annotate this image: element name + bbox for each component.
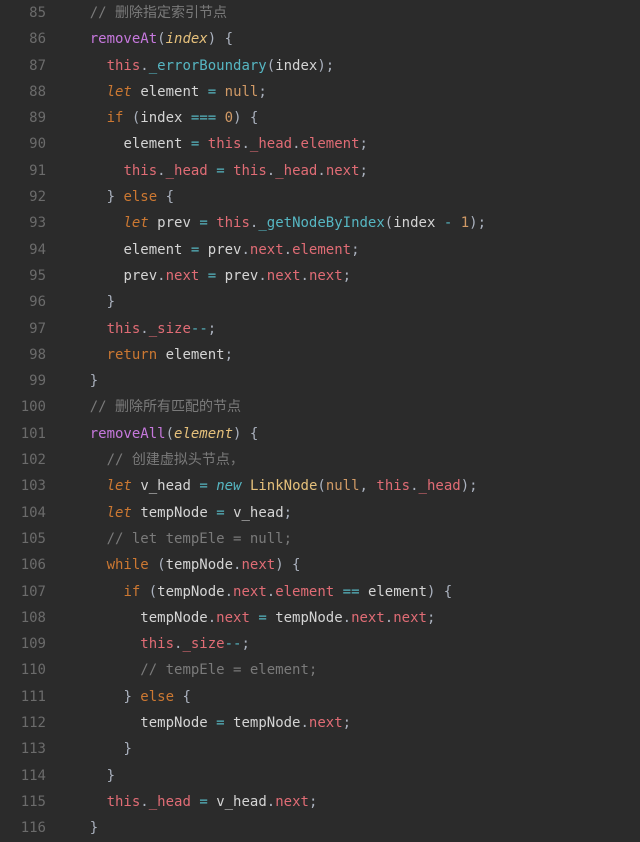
line-number: 95: [6, 263, 46, 289]
line-number: 116: [6, 815, 46, 841]
line-number: 93: [6, 210, 46, 236]
code-line[interactable]: removeAll(element) {: [56, 421, 640, 447]
line-number: 113: [6, 736, 46, 762]
code-line[interactable]: }: [56, 289, 640, 315]
code-line[interactable]: if (tempNode.next.element == element) {: [56, 579, 640, 605]
line-number: 89: [6, 105, 46, 131]
line-number: 97: [6, 316, 46, 342]
line-number: 110: [6, 657, 46, 683]
line-number: 112: [6, 710, 46, 736]
line-number: 88: [6, 79, 46, 105]
code-line[interactable]: this._size--;: [56, 316, 640, 342]
code-line[interactable]: // tempEle = element;: [56, 657, 640, 683]
code-line[interactable]: this._errorBoundary(index);: [56, 53, 640, 79]
line-number: 90: [6, 131, 46, 157]
line-number: 101: [6, 421, 46, 447]
code-line[interactable]: this._size--;: [56, 631, 640, 657]
line-number: 109: [6, 631, 46, 657]
code-line[interactable]: let tempNode = v_head;: [56, 500, 640, 526]
line-number: 115: [6, 789, 46, 815]
code-line[interactable]: if (index === 0) {: [56, 105, 640, 131]
code-line[interactable]: let prev = this._getNodeByIndex(index - …: [56, 210, 640, 236]
line-number: 100: [6, 394, 46, 420]
line-number: 96: [6, 289, 46, 315]
code-line[interactable]: }: [56, 815, 640, 841]
line-number: 106: [6, 552, 46, 578]
code-line[interactable]: let element = null;: [56, 79, 640, 105]
code-line[interactable]: }: [56, 736, 640, 762]
line-number: 114: [6, 763, 46, 789]
code-line[interactable]: element = this._head.element;: [56, 131, 640, 157]
code-line[interactable]: tempNode = tempNode.next;: [56, 710, 640, 736]
line-number: 104: [6, 500, 46, 526]
line-number: 86: [6, 26, 46, 52]
line-number: 105: [6, 526, 46, 552]
code-content[interactable]: // 删除指定索引节点 removeAt(index) { this._erro…: [56, 0, 640, 842]
code-line[interactable]: } else {: [56, 184, 640, 210]
line-number: 102: [6, 447, 46, 473]
code-line[interactable]: // 创建虚拟头节点，: [56, 447, 640, 473]
line-number: 87: [6, 53, 46, 79]
code-editor[interactable]: 8586878889909192939495969798991001011021…: [0, 0, 640, 842]
code-line[interactable]: element = prev.next.element;: [56, 237, 640, 263]
line-number: 92: [6, 184, 46, 210]
code-line[interactable]: prev.next = prev.next.next;: [56, 263, 640, 289]
line-number: 107: [6, 579, 46, 605]
code-line[interactable]: this._head = v_head.next;: [56, 789, 640, 815]
line-number: 111: [6, 684, 46, 710]
line-number: 94: [6, 237, 46, 263]
code-line[interactable]: let v_head = new LinkNode(null, this._he…: [56, 473, 640, 499]
line-number: 91: [6, 158, 46, 184]
code-line[interactable]: } else {: [56, 684, 640, 710]
code-line[interactable]: // 删除指定索引节点: [56, 0, 640, 26]
code-line[interactable]: this._head = this._head.next;: [56, 158, 640, 184]
code-line[interactable]: return element;: [56, 342, 640, 368]
line-number: 103: [6, 473, 46, 499]
code-line[interactable]: }: [56, 763, 640, 789]
code-line[interactable]: // 删除所有匹配的节点: [56, 394, 640, 420]
code-line[interactable]: }: [56, 368, 640, 394]
line-number: 99: [6, 368, 46, 394]
line-number: 85: [6, 0, 46, 26]
code-line[interactable]: removeAt(index) {: [56, 26, 640, 52]
line-number: 98: [6, 342, 46, 368]
line-number: 108: [6, 605, 46, 631]
line-number-gutter: 8586878889909192939495969798991001011021…: [0, 0, 56, 842]
code-line[interactable]: // let tempEle = null;: [56, 526, 640, 552]
code-line[interactable]: tempNode.next = tempNode.next.next;: [56, 605, 640, 631]
code-line[interactable]: while (tempNode.next) {: [56, 552, 640, 578]
